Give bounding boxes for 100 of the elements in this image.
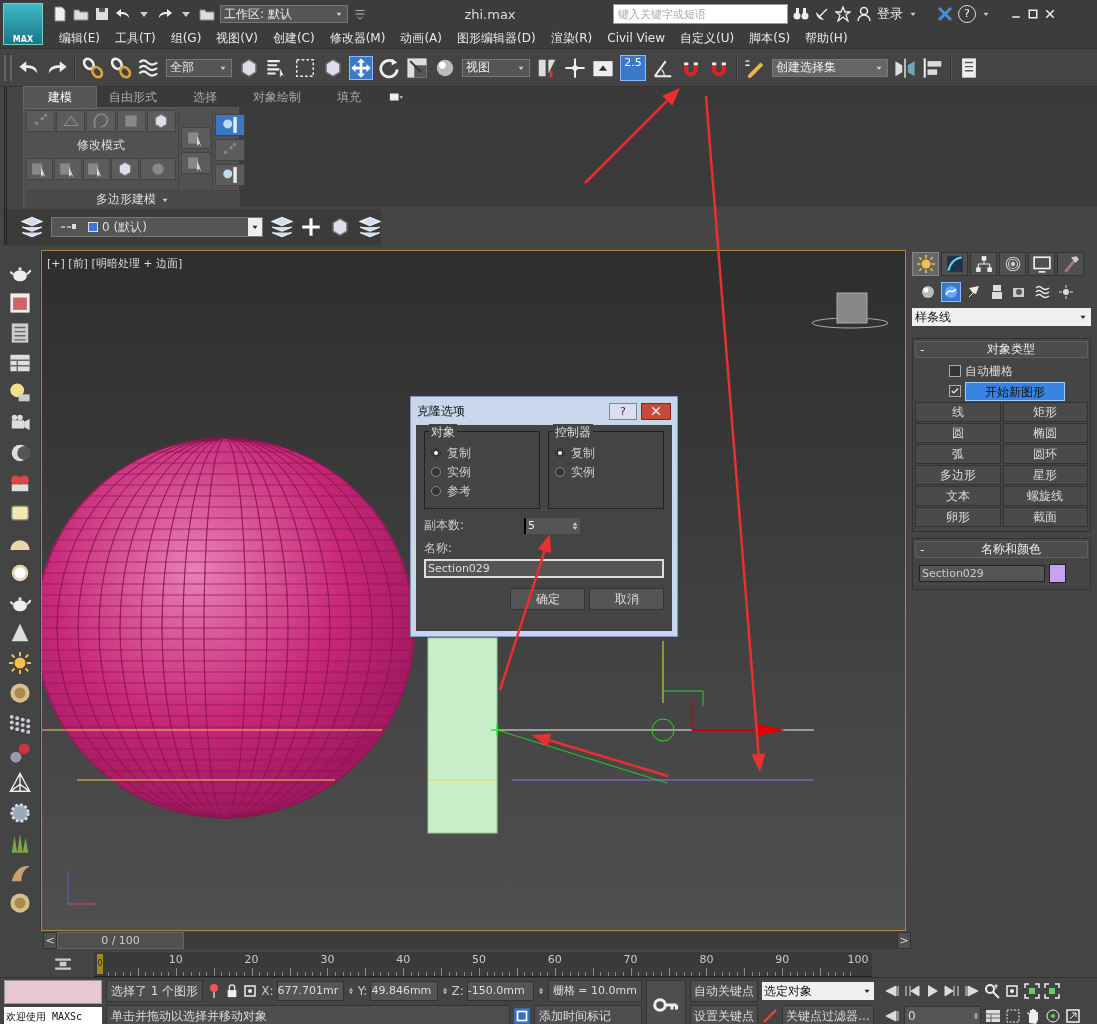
zoom-icon[interactable] — [984, 983, 1000, 999]
named-selection-dropdown[interactable]: 创建选择集 — [772, 58, 888, 77]
tent-icon[interactable] — [9, 772, 31, 794]
bulb-icon[interactable] — [9, 382, 31, 404]
time-config-icon[interactable] — [985, 1008, 1001, 1024]
zoom-all-icon[interactable] — [1004, 983, 1020, 999]
command-panel-tab[interactable] — [970, 252, 997, 276]
close-icon[interactable] — [1044, 8, 1056, 20]
menu-item[interactable]: 工具(T) — [107, 29, 164, 47]
menu-item[interactable]: Civil View — [600, 31, 674, 45]
previous-frame-button[interactable]: < — [43, 932, 57, 949]
disc-icon[interactable] — [9, 682, 31, 704]
object-type-button[interactable]: 卵形 — [915, 507, 1001, 527]
viewcube-drawing[interactable] — [811, 292, 889, 329]
object-type-button[interactable]: 线 — [915, 402, 1001, 422]
object-type-button[interactable]: 椭圆 — [1002, 423, 1088, 443]
app-menu-button[interactable]: MAX — [3, 3, 43, 45]
category-button[interactable] — [1056, 282, 1076, 302]
radio-dot[interactable] — [431, 486, 441, 496]
new-layer-icon[interactable] — [271, 216, 293, 238]
folder-icon[interactable] — [73, 6, 89, 22]
menu-item[interactable]: 动画(A) — [393, 29, 450, 47]
object-type-button[interactable]: 多边形 — [915, 465, 1001, 485]
track-bar[interactable]: 0 10 20 30 40 50 60 70 80 90 100 — [94, 951, 872, 977]
scale-icon[interactable] — [406, 56, 428, 79]
object-type-button[interactable]: 圆环 — [1002, 444, 1088, 464]
balls-icon[interactable] — [9, 742, 31, 764]
project-folder-icon[interactable] — [199, 6, 215, 22]
menu-item[interactable]: 脚本(S) — [742, 29, 799, 47]
key-mode-dropdown[interactable]: 选定对象 — [762, 982, 874, 1000]
curve-editor-icon[interactable] — [52, 955, 74, 973]
next-frame-icon[interactable] — [944, 983, 960, 999]
color-swatch[interactable] — [1049, 564, 1066, 583]
object-type-button[interactable]: 文本 — [915, 486, 1001, 506]
ribbon-tool-button[interactable] — [146, 110, 176, 132]
coordinate-field[interactable]: 677.701mr — [276, 981, 344, 1001]
add-time-tag-button[interactable]: 添加时间标记 — [534, 1005, 642, 1024]
ribbon-tool-button[interactable] — [54, 158, 82, 180]
radio-option[interactable]: 复制 — [431, 444, 533, 462]
document-icon[interactable] — [9, 322, 31, 344]
close-button[interactable] — [641, 402, 671, 420]
mirror-icon[interactable] — [894, 56, 916, 79]
radio-option[interactable]: 复制 — [555, 444, 657, 462]
layers-icon[interactable] — [21, 216, 43, 238]
coordinate-field[interactable]: 49.846mm — [370, 981, 438, 1001]
maximize-icon[interactable] — [1027, 8, 1039, 20]
search-field[interactable]: 键入关键字或短语 — [613, 4, 788, 24]
radio-dot[interactable] — [555, 448, 565, 458]
ribbon-tool-button[interactable] — [215, 114, 245, 136]
sun-icon[interactable] — [9, 652, 31, 674]
object-type-button[interactable]: 矩形 — [1002, 402, 1088, 422]
ribbon-tab[interactable]: 建模 — [23, 85, 97, 109]
menu-item[interactable]: 视图(V) — [209, 29, 266, 47]
radio-option[interactable]: 实例 — [431, 463, 533, 481]
checkbox[interactable] — [949, 365, 961, 377]
select-cube-icon[interactable] — [329, 216, 351, 238]
save-icon[interactable] — [94, 6, 110, 22]
radio-option[interactable]: 实例 — [555, 463, 657, 481]
frame-field[interactable]: 0 — [904, 1006, 981, 1024]
ok-button[interactable]: 确定 — [510, 588, 585, 610]
layer-dropdown[interactable]: 0 (默认) — [51, 217, 263, 237]
ribbon-tool-button[interactable] — [111, 158, 139, 180]
wave-icon[interactable] — [138, 56, 160, 79]
rectangle-selection-icon[interactable] — [294, 56, 316, 79]
file-icon[interactable] — [52, 6, 68, 22]
cancel-button[interactable]: 取消 — [589, 588, 664, 610]
command-panel-tab[interactable] — [941, 252, 968, 276]
selection-filter-dropdown[interactable]: 全部 — [166, 58, 232, 77]
menu-item[interactable]: 帮助(H) — [798, 29, 856, 47]
unlink-icon[interactable] — [110, 56, 132, 79]
command-panel-tab[interactable] — [1057, 252, 1084, 276]
login-link[interactable]: 登录 — [877, 5, 903, 23]
snap-toggle-button[interactable]: 2.5 — [620, 54, 646, 81]
category-button[interactable] — [941, 282, 961, 302]
radio-option[interactable]: 参考 — [431, 482, 533, 500]
ribbon-tool-button[interactable] — [26, 158, 54, 180]
ribbon-tab[interactable]: 自由形式 — [97, 86, 169, 108]
checkbox[interactable] — [949, 385, 961, 397]
star-icon[interactable] — [835, 6, 851, 22]
align-icon[interactable] — [922, 56, 944, 79]
zoom-extents-all-icon[interactable] — [1044, 983, 1060, 999]
panel-icon[interactable] — [9, 352, 31, 374]
name-field[interactable]: Section029 — [424, 559, 664, 578]
help-button[interactable]: ? — [609, 402, 637, 420]
cone-icon[interactable] — [9, 622, 31, 644]
viewport-label[interactable]: [+] [前] [明暗处理 + 边面] — [47, 256, 183, 271]
panel-title-button[interactable]: 多边形建模 — [26, 190, 240, 208]
auto-key-button[interactable]: 自动关键点 — [690, 980, 758, 1002]
orbit-icon[interactable] — [1045, 1008, 1061, 1024]
go-to-end-icon[interactable] — [964, 983, 980, 999]
menu-item[interactable]: 创建(C) — [265, 29, 323, 47]
maximize-viewport-icon[interactable] — [1065, 1008, 1081, 1024]
key-filters-button[interactable]: 关键点过滤器... — [782, 1005, 874, 1024]
binoculars-icon[interactable] — [793, 6, 809, 22]
set-key-button[interactable]: 设置关键点 — [690, 1005, 758, 1024]
toolbar-grip[interactable] — [4, 54, 12, 81]
next-frame-button[interactable]: > — [897, 932, 911, 949]
menu-item[interactable]: 修改器(M) — [322, 29, 394, 47]
ribbon-tool-button[interactable] — [82, 158, 111, 180]
command-panel-tab[interactable] — [999, 252, 1026, 276]
